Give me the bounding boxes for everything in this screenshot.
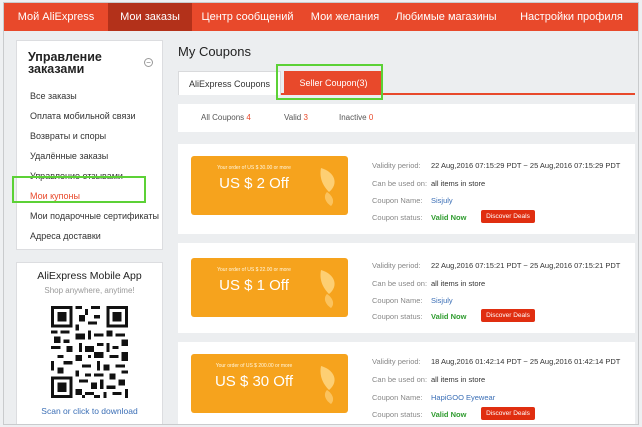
coupon-status: Valid Now [431,312,467,321]
minus-circle-icon[interactable]: − [144,58,153,67]
nav-favorite-stores[interactable]: Любимые магазины [387,3,505,31]
sidebar-item-shipping-address[interactable]: Адреса доставки [17,226,162,246]
used-on-value: all items in store [431,279,486,288]
browser-frame: Мой AliExpress Мои заказы Центр сообщени… [3,2,639,425]
coupon-filters: All Coupons 4 Valid 3 Inactive 0 [178,104,635,132]
sidebar-item-mobile-payment[interactable]: Оплата мобильной связи [17,106,162,126]
coupon-status-label: Coupon status: [372,312,423,321]
sidebar-menu: Все заказы Оплата мобильной связи Возвра… [17,86,162,246]
tab-seller-coupon[interactable]: Seller Coupon(3) [284,71,383,95]
coupon-card: Your order of US $ 22.00 or more US $ 1 … [178,243,635,333]
coupon-value: US $ 1 Off [219,277,289,294]
coupon-tabs: AliExpress Coupons Seller Coupon(3) [178,71,635,95]
coupon-status: Valid Now [431,213,467,222]
app-subtitle: Shop anywhere, anytime! [44,286,135,295]
filter-valid[interactable]: Valid 3 [284,104,308,132]
nav-my-aliexpress[interactable]: Мой AliExpress [4,3,108,31]
coupon-min-order: Your order of US $ 30.00 or more [217,165,291,171]
validity-period: 18 Aug,2016 01:42:14 PDT ~ 25 Aug,2016 0… [431,357,621,366]
scan-download-link[interactable]: Scan or click to download [17,406,162,416]
sidebar-item-my-coupons[interactable]: Мои купоны [17,186,162,206]
coupon-ticket: Your order of US $ 200.00 or more US $ 3… [191,354,348,413]
used-on-value: all items in store [431,375,486,384]
validity-label: Validity period: [372,161,421,170]
used-on-label: Can be used on: [372,375,428,384]
coupon-card: Your order of US $ 200.00 or more US $ 3… [178,342,635,424]
order-management-sidebar: Управление заказами − Все заказы Оплата … [16,40,163,250]
coupon-store-link[interactable]: HapiGOO Eyewear [431,393,495,402]
page-title: My Coupons [178,44,251,59]
nav-my-orders[interactable]: Мои заказы [108,3,192,31]
coupon-ticket: Your order of US $ 30.00 or more US $ 2 … [191,156,348,215]
used-on-label: Can be used on: [372,179,428,188]
coupon-name-label: Coupon Name: [372,196,423,205]
app-title: AliExpress Mobile App [37,270,142,282]
nav-wishlist[interactable]: Мои желания [303,3,387,31]
filter-label: Inactive [339,113,367,122]
coupon-status-label: Coupon status: [372,410,423,419]
qr-code[interactable] [51,306,128,398]
sidebar-item-all-orders[interactable]: Все заказы [17,86,162,106]
sidebar-item-deleted-orders[interactable]: Удалённые заказы [17,146,162,166]
coupon-card: Your order of US $ 30.00 or more US $ 2 … [178,144,635,234]
coupon-store-link[interactable]: Sisjuly [431,196,453,205]
filter-count: 4 [246,113,251,122]
discover-deals-button[interactable]: Discover Deals [481,309,535,322]
filter-count: 0 [368,113,374,122]
coupon-ticket: Your order of US $ 22.00 or more US $ 1 … [191,258,348,317]
coupon-value: US $ 30 Off [214,373,294,390]
coupon-status-label: Coupon status: [372,213,423,222]
sidebar-item-manage-feedback[interactable]: Управление отзывами [17,166,162,186]
nav-profile-settings[interactable]: Настройки профиля [505,3,638,31]
coupon-min-order: Your order of US $ 22.00 or more [217,267,291,273]
filter-label: All Coupons [201,113,245,122]
filter-count: 3 [303,113,308,122]
filter-label: Valid [284,113,302,122]
sidebar-item-gift-cards[interactable]: Мои подарочные сертификаты [17,206,162,226]
sidebar-title: Управление заказами [28,50,102,76]
validity-label: Validity period: [372,357,421,366]
coupon-name-label: Coupon Name: [372,393,423,402]
tab-aliexpress-coupons[interactable]: AliExpress Coupons [178,71,281,95]
mobile-app-panel: AliExpress Mobile App Shop anywhere, any… [16,262,163,424]
leaf-icon [320,366,335,404]
used-on-label: Can be used on: [372,279,428,288]
used-on-value: all items in store [431,179,486,188]
filter-inactive[interactable]: Inactive 0 [339,104,373,132]
leaf-icon [320,168,335,206]
coupon-name-label: Coupon Name: [372,296,423,305]
sidebar-item-refunds-disputes[interactable]: Возвраты и споры [17,126,162,146]
top-navigation: Мой AliExpress Мои заказы Центр сообщени… [4,3,638,31]
filter-all-coupons[interactable]: All Coupons 4 [201,104,251,132]
discover-deals-button[interactable]: Discover Deals [481,407,535,420]
leaf-icon [320,270,335,308]
coupon-min-order: Your order of US $ 200.00 or more [215,363,293,369]
validity-label: Validity period: [372,261,421,270]
discover-deals-button[interactable]: Discover Deals [481,210,535,223]
coupon-status: Valid Now [431,410,467,419]
nav-message-center[interactable]: Центр сообщений [192,3,303,31]
coupon-value: US $ 2 Off [219,175,289,192]
validity-period: 22 Aug,2016 07:15:29 PDT ~ 25 Aug,2016 0… [431,161,621,170]
validity-period: 22 Aug,2016 07:15:21 PDT ~ 25 Aug,2016 0… [431,261,621,270]
coupon-store-link[interactable]: Sisjuly [431,296,453,305]
